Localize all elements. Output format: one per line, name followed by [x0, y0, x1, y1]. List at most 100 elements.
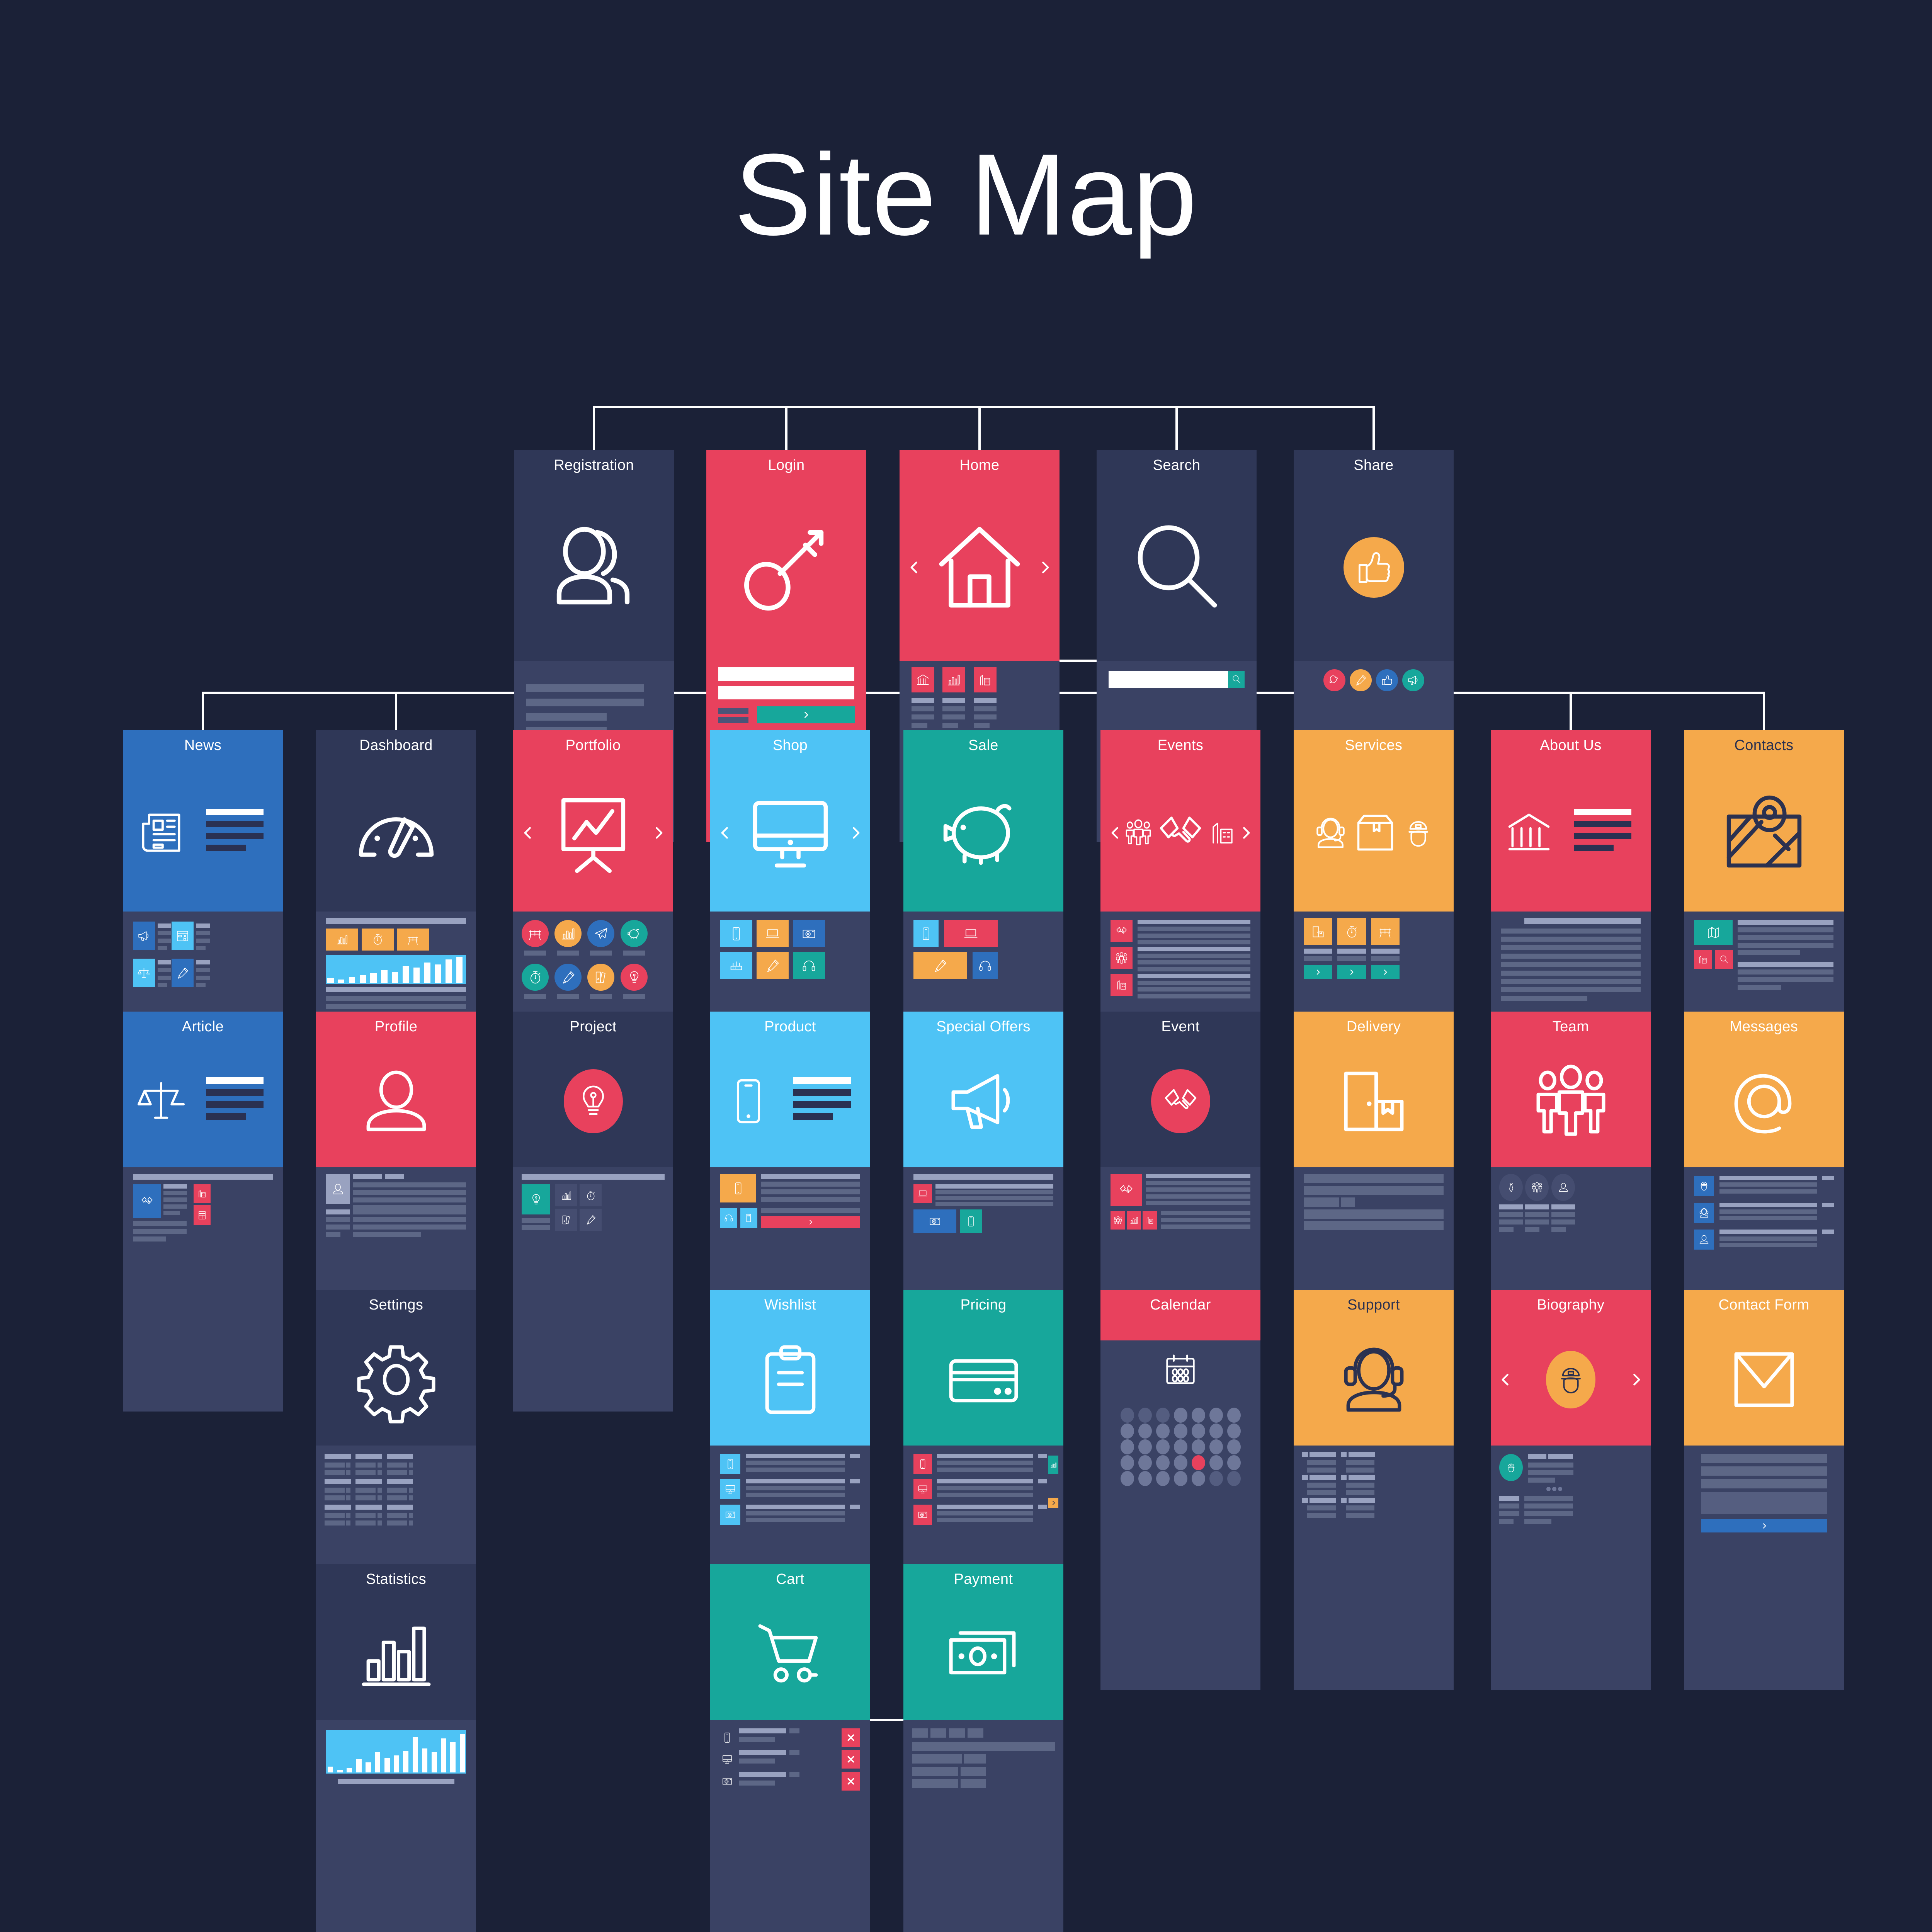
tile-phone-icon[interactable]	[720, 1454, 740, 1474]
calendar-day[interactable]	[1174, 1423, 1187, 1439]
tile-stopwatch-icon[interactable]	[522, 964, 549, 991]
tile-camera-icon[interactable]	[793, 920, 825, 947]
password-field[interactable]	[718, 686, 855, 700]
calendar-day[interactable]	[1121, 1439, 1134, 1454]
next-button[interactable]	[1337, 965, 1366, 979]
tile-pen-icon[interactable]	[172, 959, 194, 987]
tile-user-icon[interactable]	[326, 1174, 350, 1204]
tile-chair-icon[interactable]	[1371, 918, 1400, 945]
calendar-day[interactable]	[1209, 1471, 1223, 1486]
calendar-day[interactable]	[1227, 1471, 1241, 1486]
tile-handshake-icon[interactable]	[133, 1184, 161, 1218]
tile-sd-card-icon[interactable]	[740, 1208, 757, 1228]
tile-building-icon[interactable]	[1694, 950, 1712, 969]
next-button[interactable]	[757, 706, 855, 723]
card-statistics[interactable]: Statistics	[316, 1564, 476, 1932]
tile-building-icon[interactable]	[194, 1184, 211, 1203]
tile-headphones-icon[interactable]	[720, 1208, 737, 1228]
tile-handshake-icon[interactable]	[1111, 920, 1133, 942]
calendar-day[interactable]	[1156, 1439, 1170, 1454]
tile-monitor-icon[interactable]	[913, 1479, 932, 1499]
username-field[interactable]	[718, 667, 855, 681]
tile-megaphone-icon[interactable]	[1402, 669, 1424, 691]
card-project[interactable]: Project	[513, 1012, 673, 1412]
tile-bird-icon[interactable]	[1323, 669, 1345, 691]
tile-people-icon[interactable]	[1525, 1174, 1549, 1201]
card-support[interactable]: Support	[1294, 1290, 1454, 1690]
next-button[interactable]	[761, 1216, 860, 1228]
next-arrow-shop[interactable]	[848, 821, 863, 844]
calendar-day[interactable]	[1192, 1423, 1205, 1439]
calendar-day[interactable]	[1192, 1408, 1205, 1423]
card-biography[interactable]: Biography	[1491, 1290, 1651, 1690]
next-arrow-biography[interactable]	[1628, 1368, 1644, 1391]
calendar-day[interactable]	[1138, 1471, 1152, 1486]
tile-calculator-icon[interactable]	[194, 1205, 211, 1225]
tile-people-icon[interactable]	[1111, 1211, 1125, 1230]
tile-map-fold-icon[interactable]	[1694, 920, 1733, 945]
prev-arrow-portfolio[interactable]	[520, 821, 536, 844]
tile-scales-icon[interactable]	[133, 959, 155, 987]
next-arrow-events[interactable]	[1238, 821, 1253, 844]
tile-pen-icon[interactable]	[913, 952, 967, 979]
calendar-day[interactable]	[1209, 1439, 1223, 1454]
tile-door-box-icon[interactable]	[1304, 918, 1332, 945]
tile-laptop-icon[interactable]	[944, 920, 998, 947]
tile-stopwatch-icon[interactable]	[362, 929, 394, 951]
tile-x-icon[interactable]	[842, 1772, 860, 1791]
tile-cap-person-icon[interactable]	[1499, 1454, 1523, 1481]
tile-user-icon[interactable]	[1694, 1230, 1714, 1250]
tile-laptop-icon[interactable]	[757, 920, 789, 947]
tile-phone-icon[interactable]	[913, 920, 939, 947]
next-button[interactable]	[1701, 1519, 1827, 1532]
next-arrow-portfolio[interactable]	[651, 821, 666, 844]
tile-camera-icon[interactable]	[913, 1209, 956, 1233]
calendar-day[interactable]	[1192, 1455, 1205, 1470]
card-contact-form[interactable]: Contact Form	[1684, 1290, 1844, 1690]
tile-pen-icon[interactable]	[757, 952, 789, 979]
tile-handshake-icon[interactable]	[1111, 1174, 1142, 1206]
calendar-day[interactable]	[1138, 1439, 1152, 1454]
tile-monitor-icon[interactable]	[720, 1479, 740, 1499]
tile-headset-icon[interactable]	[1694, 1203, 1714, 1223]
calendar-day[interactable]	[1174, 1471, 1187, 1486]
tile-chair-icon[interactable]	[397, 929, 429, 951]
tile-user-icon[interactable]	[1551, 1174, 1575, 1201]
tile-x-icon[interactable]	[842, 1750, 860, 1769]
tile-chart-col-icon[interactable]	[1127, 1211, 1141, 1230]
next-arrow-home[interactable]	[1037, 556, 1053, 579]
tile-books-icon[interactable]	[587, 964, 614, 991]
tile-books-icon[interactable]	[555, 1209, 577, 1231]
tile-building-icon[interactable]	[1111, 974, 1133, 996]
tile-router-icon[interactable]	[720, 952, 752, 979]
tile-chart-col-icon[interactable]	[554, 920, 582, 947]
calendar-day[interactable]	[1156, 1455, 1170, 1470]
calendar-day[interactable]	[1138, 1423, 1152, 1439]
calendar-day[interactable]	[1192, 1439, 1205, 1454]
calendar-day[interactable]	[1209, 1423, 1223, 1439]
next-button[interactable]	[1304, 965, 1332, 979]
tile-phone-icon[interactable]	[960, 1209, 982, 1233]
prev-arrow-events[interactable]	[1107, 821, 1123, 844]
calendar-day[interactable]	[1174, 1439, 1187, 1454]
tile-headphones-icon[interactable]	[973, 952, 998, 979]
calendar-day[interactable]	[1121, 1408, 1134, 1423]
tile-stopwatch-icon[interactable]	[1337, 918, 1366, 945]
prev-arrow-home[interactable]	[906, 556, 922, 579]
next-button[interactable]	[1371, 965, 1400, 979]
calendar-day[interactable]	[1156, 1471, 1170, 1486]
tile-x-icon[interactable]	[842, 1728, 860, 1747]
tile-thumbs-up-icon[interactable]	[1376, 669, 1398, 691]
tile-chart-col-icon[interactable]	[942, 667, 965, 692]
tile-phone-icon[interactable]	[720, 1174, 756, 1202]
tile-laptop-icon[interactable]	[913, 1184, 932, 1203]
tile-bank-icon[interactable]	[912, 667, 934, 692]
calendar-day[interactable]	[1174, 1408, 1187, 1423]
calendar-day[interactable]	[1227, 1408, 1241, 1423]
calendar-day[interactable]	[1138, 1455, 1152, 1470]
tile-lightbulb-icon[interactable]	[522, 1184, 550, 1214]
tile-stopwatch-icon[interactable]	[580, 1184, 602, 1206]
calendar-day[interactable]	[1192, 1471, 1205, 1486]
tile-window-icon[interactable]	[172, 922, 194, 950]
tile-speaker-icon[interactable]	[133, 922, 155, 950]
